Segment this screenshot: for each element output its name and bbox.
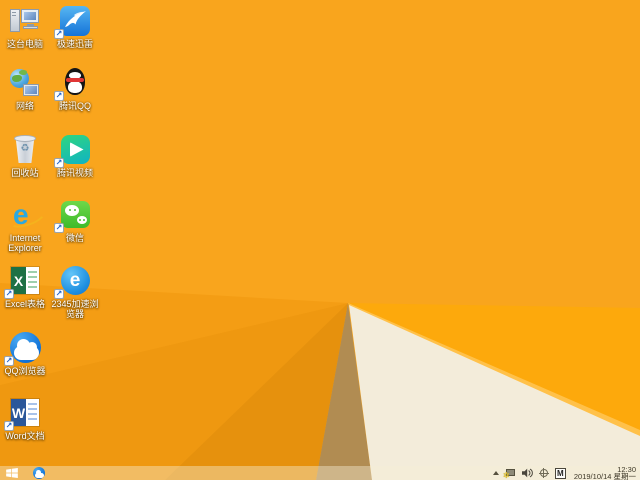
- desktop-icon-label: QQ浏览器: [4, 366, 46, 376]
- desktop-icon-word[interactable]: W ↗ Word文档: [1, 396, 49, 441]
- desktop-icon-label: 网络: [15, 101, 34, 111]
- desktop: 这台电脑 ↗ 极速迅雷 网络 ↗ 腾讯QQ ♻ 回收站 ↗ 腾讯视频 e Int…: [0, 0, 640, 480]
- shortcut-arrow-icon: ↗: [54, 289, 64, 299]
- start-button[interactable]: [0, 466, 24, 480]
- desktop-icon-2345-browser[interactable]: e ↗ 2345加速浏览器: [51, 264, 99, 319]
- network-globe-icon: [1, 66, 49, 99]
- windows-logo-icon: [6, 468, 18, 478]
- shortcut-arrow-icon: ↗: [4, 356, 14, 366]
- excel-icon: X ↗: [1, 264, 49, 299]
- desktop-icon-network[interactable]: 网络: [1, 66, 49, 111]
- desktop-icon-label: 微信: [65, 233, 84, 243]
- taskbar: ✲ M 12:30 2019/10/14 星期一: [0, 466, 640, 480]
- system-tray: ✲ M 12:30 2019/10/14 星期一: [492, 466, 640, 480]
- taskbar-clock[interactable]: 12:30 2019/10/14 星期一: [572, 466, 636, 480]
- 2345-browser-icon: e ↗: [51, 264, 99, 299]
- desktop-icon-label: 这台电脑: [6, 39, 43, 49]
- desktop-icon-excel[interactable]: X ↗ Excel表格: [1, 264, 49, 309]
- desktop-icon-this-pc[interactable]: 这台电脑: [1, 4, 49, 49]
- network-status-icon[interactable]: ✲: [502, 468, 516, 480]
- desktop-icon-label: 极速迅雷: [56, 39, 93, 49]
- desktop-icon-wechat[interactable]: ↗ 微信: [51, 198, 99, 243]
- word-icon: W ↗: [1, 396, 49, 431]
- desktop-icon-internet-explorer[interactable]: e Internet Explorer: [1, 198, 49, 253]
- network-warning-icon: ✲: [502, 470, 510, 480]
- volume-icon[interactable]: [521, 468, 533, 478]
- desktop-icon-label: 2345加速浏览器: [51, 299, 99, 319]
- play-button-icon: ↗: [51, 133, 99, 168]
- show-hidden-icons-chevron[interactable]: [492, 471, 499, 475]
- ime-indicator[interactable]: M: [554, 467, 566, 479]
- desktop-icon-label: Internet Explorer: [8, 233, 42, 253]
- desktop-icon-tencent-video[interactable]: ↗ 腾讯视频: [51, 133, 99, 178]
- desktop-icon-label: 腾讯QQ: [58, 101, 91, 111]
- qq-penguin-icon: ↗: [51, 66, 99, 101]
- cloud-icon: [35, 473, 44, 478]
- shortcut-arrow-icon: ↗: [54, 29, 64, 39]
- desktop-icon-label: Excel表格: [4, 299, 45, 309]
- shortcut-arrow-icon: ↗: [54, 158, 64, 168]
- wechat-bubbles-icon: ↗: [51, 198, 99, 233]
- desktop-icon-recycle-bin[interactable]: ♻ 回收站: [1, 133, 49, 178]
- xunlei-bird-icon: ↗: [51, 4, 99, 39]
- clock-date: 2019/10/14 星期一: [573, 472, 636, 480]
- desktop-icon-qq-browser[interactable]: ↗ QQ浏览器: [1, 331, 49, 376]
- desktop-icon-xunlei[interactable]: ↗ 极速迅雷: [51, 4, 99, 49]
- shortcut-arrow-icon: ↗: [4, 421, 14, 431]
- recycle-bin-icon: ♻: [1, 133, 49, 166]
- shortcut-arrow-icon: ↗: [54, 91, 64, 101]
- desktop-icon-label: Word文档: [5, 431, 45, 441]
- qq-browser-cloud-icon: ↗: [1, 331, 49, 366]
- shortcut-arrow-icon: ↗: [4, 289, 14, 299]
- ie-icon: e: [1, 198, 49, 232]
- this-pc-icon: [1, 4, 49, 37]
- desktop-icon-label: 回收站: [11, 168, 39, 178]
- taskbar-qq-browser-button[interactable]: [33, 467, 45, 479]
- shortcut-arrow-icon: ↗: [54, 223, 64, 233]
- crosshair-utility-icon[interactable]: [538, 468, 549, 478]
- desktop-icon-label: 腾讯视频: [56, 168, 93, 178]
- desktop-icon-tencent-qq[interactable]: ↗ 腾讯QQ: [51, 66, 99, 111]
